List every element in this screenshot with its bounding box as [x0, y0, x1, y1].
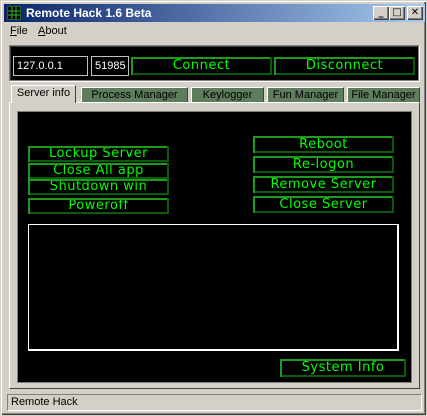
main-window: Remote Hack 1.6 Beta _ □ ✕ File About 12…: [0, 0, 427, 416]
menu-file-label: ile: [16, 25, 28, 37]
relogon-button[interactable]: Re-logon: [253, 156, 394, 173]
tab-server-info[interactable]: Server info: [11, 85, 76, 103]
server-info-output[interactable]: [28, 224, 399, 351]
shutdown-win-label: Shutdown win: [49, 179, 148, 194]
title-bar[interactable]: Remote Hack 1.6 Beta _ □ ✕: [4, 4, 425, 22]
menu-file[interactable]: File: [10, 25, 28, 37]
window-title: Remote Hack 1.6 Beta: [26, 6, 152, 20]
connect-label: Connect: [172, 58, 231, 73]
system-info-label: System Info: [301, 360, 385, 375]
relogon-label: Re-logon: [292, 157, 355, 172]
lockup-server-button[interactable]: Lockup Server: [28, 146, 169, 162]
close-server-label: Close Server: [279, 197, 368, 212]
tab-file-manager[interactable]: File Manager: [347, 87, 420, 103]
ip-address-field[interactable]: 127.0.0.1: [13, 56, 88, 76]
close-all-app-button[interactable]: Close All app: [28, 163, 169, 179]
maximize-button[interactable]: □: [389, 6, 405, 20]
tab-process-manager[interactable]: Process Manager: [81, 87, 188, 103]
connect-button[interactable]: Connect: [131, 57, 272, 75]
shutdown-win-button[interactable]: Shutdown win: [28, 179, 169, 195]
system-info-button[interactable]: System Info: [280, 359, 406, 377]
poweroff-button[interactable]: Poweroff: [28, 198, 169, 214]
menu-about[interactable]: About: [38, 25, 67, 37]
connection-panel: 127.0.0.1 51985 Connect Disconnect: [9, 45, 419, 81]
poweroff-label: Poweroff: [68, 198, 129, 213]
remove-server-label: Remove Server: [270, 177, 377, 192]
close-all-app-label: Close All app: [53, 163, 144, 178]
close-button[interactable]: ✕: [407, 6, 423, 20]
status-bar: Remote Hack: [7, 394, 422, 411]
tab-strip: Server info Process Manager Keylogger Fu…: [9, 85, 420, 103]
tab-keylogger[interactable]: Keylogger: [191, 87, 264, 103]
tab-fun-manager[interactable]: Fun Manager: [267, 87, 344, 103]
port-field[interactable]: 51985: [91, 56, 129, 76]
disconnect-button[interactable]: Disconnect: [274, 57, 415, 75]
lockup-server-label: Lockup Server: [49, 146, 148, 161]
app-grid-icon: [7, 6, 21, 20]
server-info-panel: Lockup Server Close All app Shutdown win…: [17, 111, 412, 383]
tab-content-server-info: Lockup Server Close All app Shutdown win…: [9, 102, 420, 389]
menu-file-accel: F: [10, 25, 17, 37]
reboot-label: Reboot: [299, 137, 348, 152]
reboot-button[interactable]: Reboot: [253, 136, 394, 153]
disconnect-label: Disconnect: [305, 58, 384, 73]
close-server-button[interactable]: Close Server: [253, 196, 394, 213]
remove-server-button[interactable]: Remove Server: [253, 176, 394, 193]
menu-about-label: bout: [45, 25, 67, 37]
menu-bar: File About: [4, 24, 425, 40]
minimize-button[interactable]: _: [373, 6, 389, 20]
